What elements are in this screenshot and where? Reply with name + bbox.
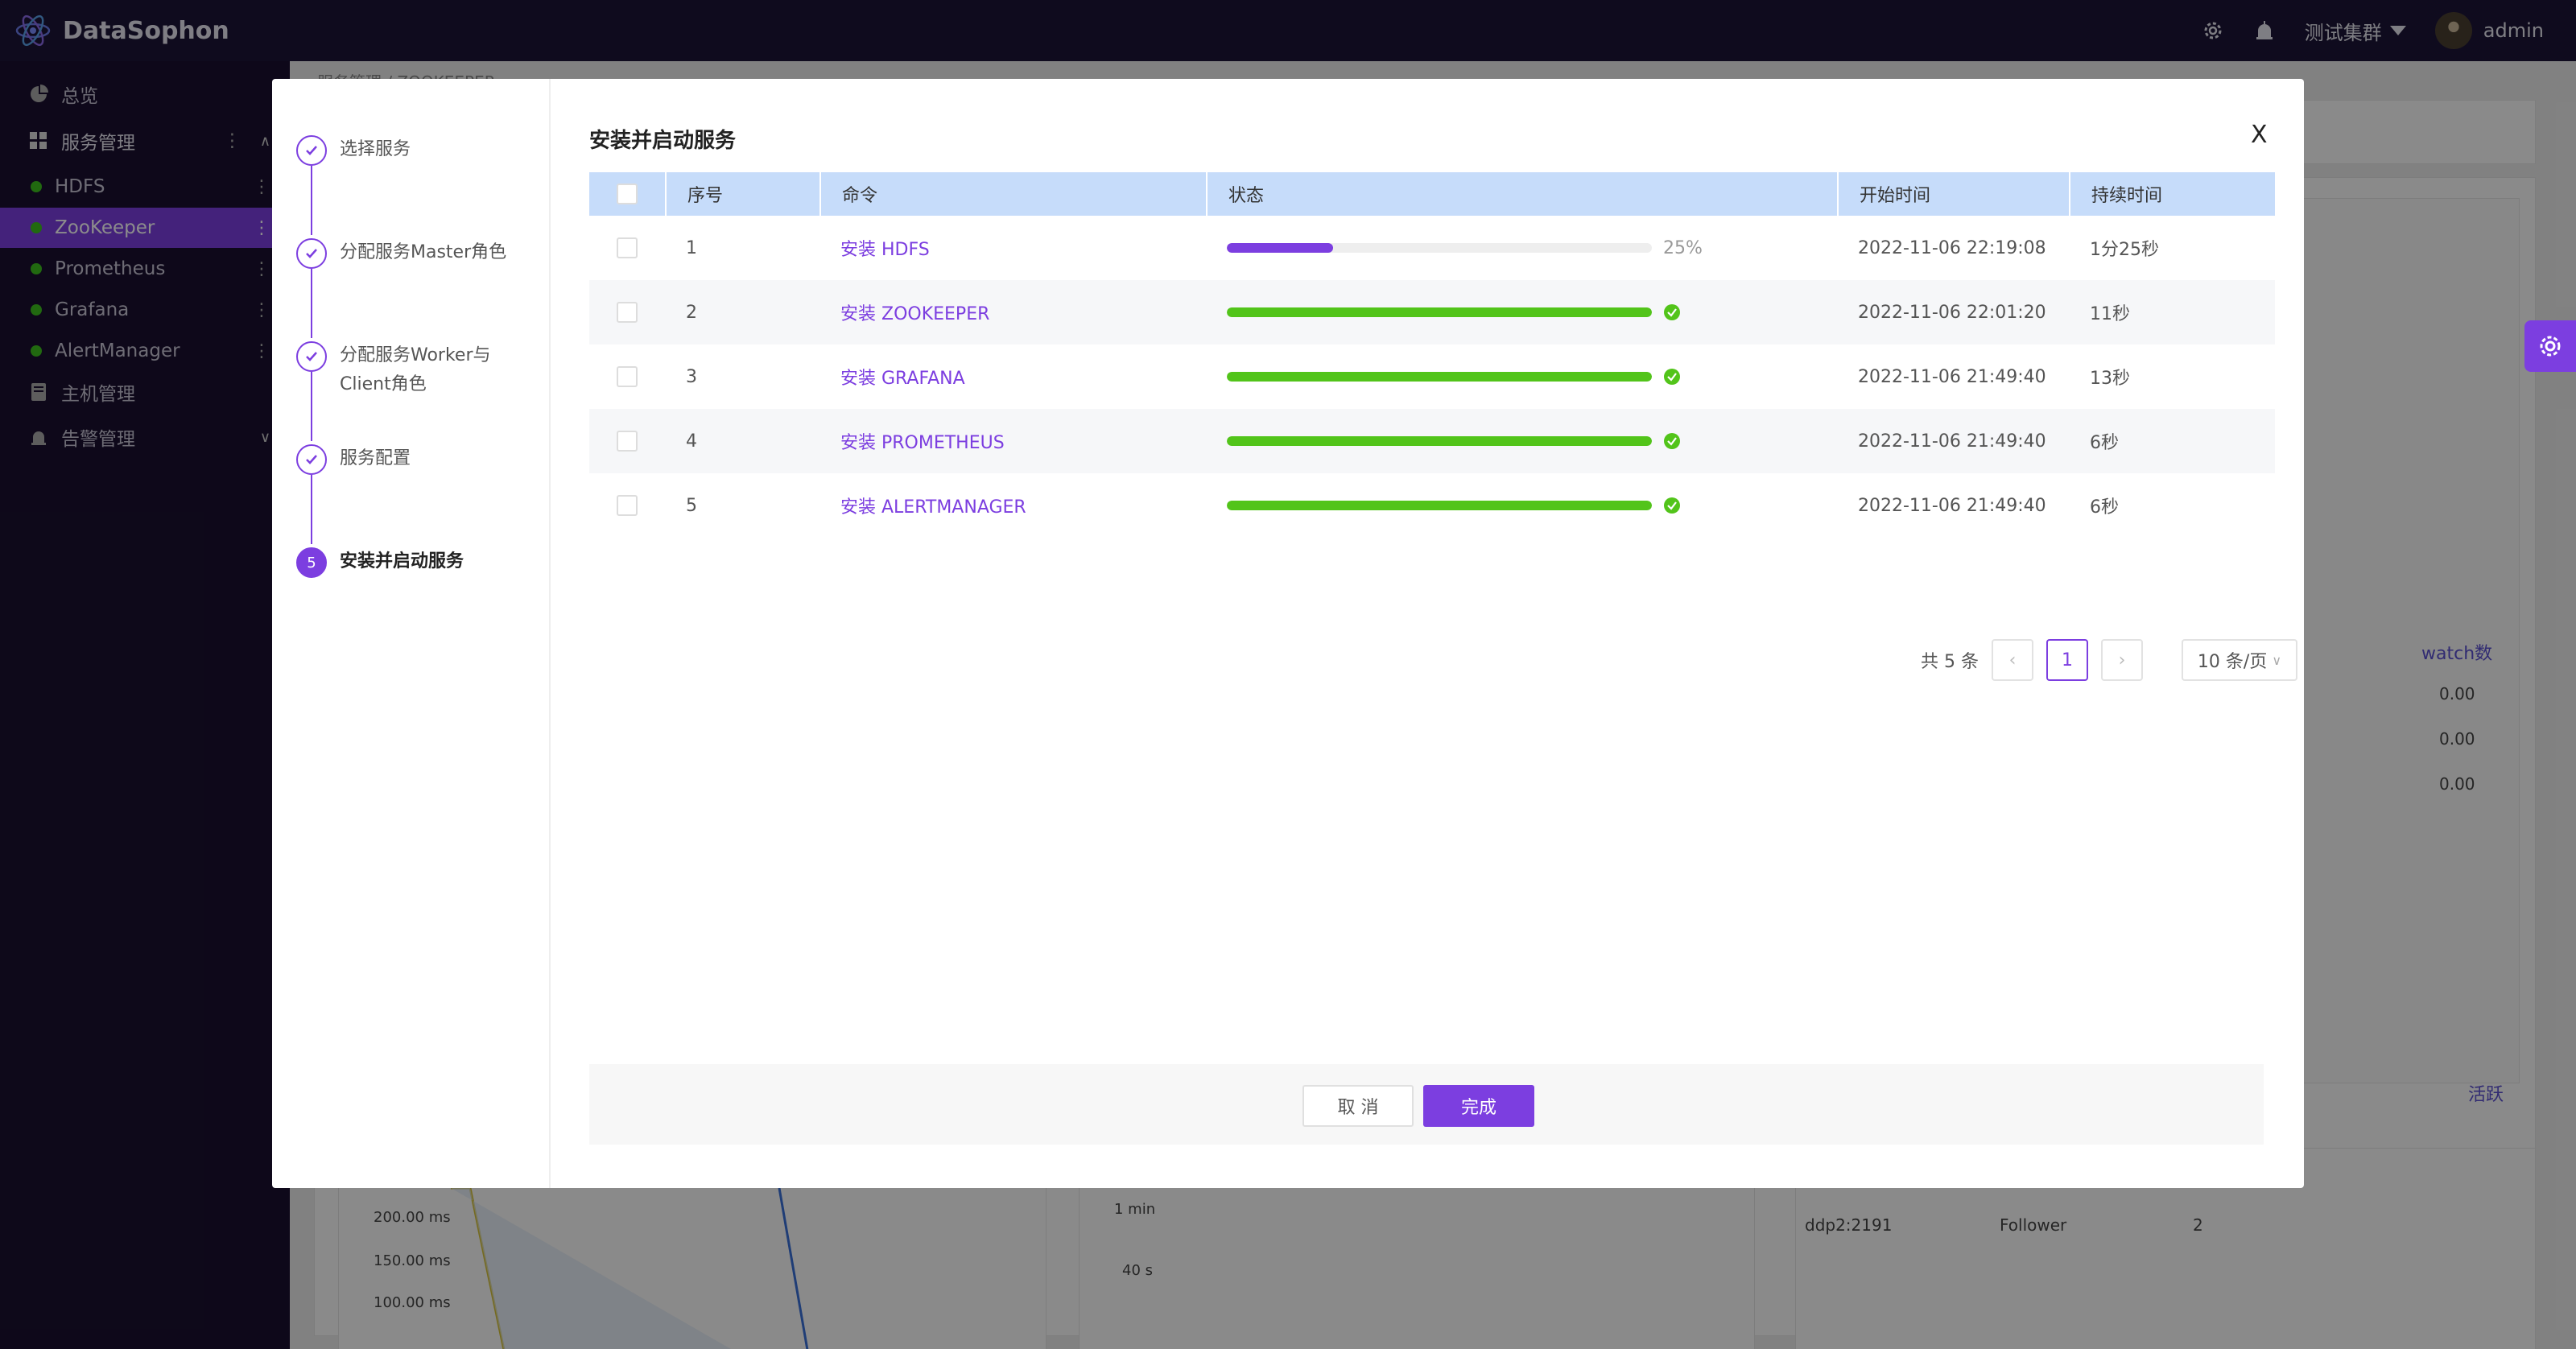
command-table: 序号 命令 状态 开始时间 持续时间 1 安装 HDFS 25% 2022-11…: [589, 172, 2275, 538]
pagination: 共 5 条 ‹ 1 › 10 条/页 ∨: [1921, 639, 2297, 681]
check-icon: [296, 135, 327, 166]
start-time-cell: 2022-11-06 22:19:08: [1858, 237, 2046, 258]
progress-fill: [1227, 307, 1652, 317]
success-check-icon: [1664, 369, 1680, 385]
step-assign-worker[interactable]: 分配服务Worker与Client角色: [296, 341, 509, 399]
start-time-cell: 2022-11-06 22:01:20: [1858, 302, 2046, 323]
progress-fill: [1227, 501, 1652, 510]
index-cell: 4: [686, 431, 697, 452]
duration-cell: 13秒: [2090, 369, 2130, 389]
success-check-icon: [1664, 433, 1680, 449]
command-link[interactable]: 安装 PROMETHEUS: [840, 428, 1005, 454]
step-label: 选择服务: [340, 139, 411, 159]
command-link[interactable]: 安装 GRAFANA: [840, 364, 965, 390]
index-cell: 3: [686, 366, 697, 387]
progress-bar: [1227, 372, 1652, 382]
progress-fill: [1227, 372, 1652, 382]
modal-title: 安装并启动服务: [589, 129, 737, 153]
start-time-cell: 2022-11-06 21:49:40: [1858, 366, 2046, 387]
step-label: 分配服务Master角色: [340, 242, 507, 262]
done-button[interactable]: 完成: [1423, 1085, 1534, 1127]
page-number-button[interactable]: 1: [2046, 639, 2088, 681]
progress-bar: [1227, 501, 1652, 510]
step-label: 分配服务Worker与Client角色: [340, 345, 491, 394]
next-page-button[interactable]: ›: [2100, 639, 2143, 681]
progress-fill: [1227, 436, 1652, 446]
floating-settings-button[interactable]: [2524, 320, 2576, 372]
table-header: 序号 命令 状态 开始时间 持续时间: [589, 172, 2275, 216]
progress-fill: [1227, 243, 1333, 253]
progress-percent: 25%: [1663, 237, 1703, 258]
check-icon: [296, 444, 327, 475]
row-checkbox[interactable]: [617, 302, 638, 323]
column-header: 命令: [819, 172, 1206, 216]
modal-footer: 取 消 完成: [589, 1064, 2264, 1145]
column-header: 开始时间: [1837, 172, 2069, 216]
step-connector: [311, 475, 312, 544]
settings-gear-icon: [2540, 336, 2561, 357]
total-count: 共 5 条: [1921, 652, 1979, 672]
column-header: 状态: [1206, 172, 1837, 216]
check-icon: [296, 238, 327, 269]
index-cell: 1: [686, 237, 697, 258]
duration-cell: 11秒: [2090, 304, 2130, 324]
command-link[interactable]: 安装 ZOOKEEPER: [840, 299, 989, 325]
success-check-icon: [1664, 304, 1680, 320]
command-link[interactable]: 安装 ALERTMANAGER: [840, 493, 1026, 518]
row-checkbox[interactable]: [617, 495, 638, 516]
page-size-value: 10 条/页: [2197, 652, 2268, 672]
install-modal: 选择服务 分配服务Master角色 分配服务Worker与Client角色 服务…: [272, 79, 2304, 1188]
table-row: 5 安装 ALERTMANAGER 2022-11-06 21:49:40 6秒: [589, 473, 2275, 538]
step-connector: [311, 269, 312, 338]
wizard-steps: 选择服务 分配服务Master角色 分配服务Worker与Client角色 服务…: [272, 79, 551, 1188]
duration-cell: 1分25秒: [2090, 240, 2159, 260]
success-check-icon: [1664, 497, 1680, 514]
row-checkbox[interactable]: [617, 366, 638, 387]
chevron-down-icon: ∨: [2272, 652, 2282, 668]
step-number: 5: [296, 547, 327, 578]
prev-page-button[interactable]: ‹: [1991, 639, 2033, 681]
start-time-cell: 2022-11-06 21:49:40: [1858, 495, 2046, 516]
step-select-service[interactable]: 选择服务: [296, 135, 509, 166]
close-button[interactable]: X: [2251, 121, 2268, 149]
index-cell: 5: [686, 495, 697, 516]
row-checkbox[interactable]: [617, 237, 638, 258]
page-size-select[interactable]: 10 条/页 ∨: [2181, 639, 2297, 681]
column-header: 持续时间: [2069, 172, 2275, 216]
progress-bar: [1227, 243, 1652, 253]
progress-bar: [1227, 436, 1652, 446]
column-header: 序号: [665, 172, 819, 216]
table-row: 1 安装 HDFS 25% 2022-11-06 22:19:08 1分25秒: [589, 216, 2275, 280]
start-time-cell: 2022-11-06 21:49:40: [1858, 431, 2046, 452]
cancel-button[interactable]: 取 消: [1302, 1085, 1414, 1127]
step-install-start[interactable]: 5 安装并启动服务: [296, 547, 509, 578]
step-label: 安装并启动服务: [340, 551, 464, 571]
progress-bar: [1227, 307, 1652, 317]
step-label: 服务配置: [340, 448, 411, 468]
step-connector: [311, 166, 312, 235]
select-all-checkbox[interactable]: [617, 184, 638, 204]
step-service-config[interactable]: 服务配置: [296, 444, 509, 475]
index-cell: 2: [686, 302, 697, 323]
step-assign-master[interactable]: 分配服务Master角色: [296, 238, 509, 269]
table-row: 2 安装 ZOOKEEPER 2022-11-06 22:01:20 11秒: [589, 280, 2275, 344]
command-link[interactable]: 安装 HDFS: [840, 235, 930, 261]
duration-cell: 6秒: [2090, 497, 2119, 518]
row-checkbox[interactable]: [617, 431, 638, 452]
table-row: 4 安装 PROMETHEUS 2022-11-06 21:49:40 6秒: [589, 409, 2275, 473]
table-row: 3 安装 GRAFANA 2022-11-06 21:49:40 13秒: [589, 344, 2275, 409]
check-icon: [296, 341, 327, 372]
duration-cell: 6秒: [2090, 433, 2119, 453]
